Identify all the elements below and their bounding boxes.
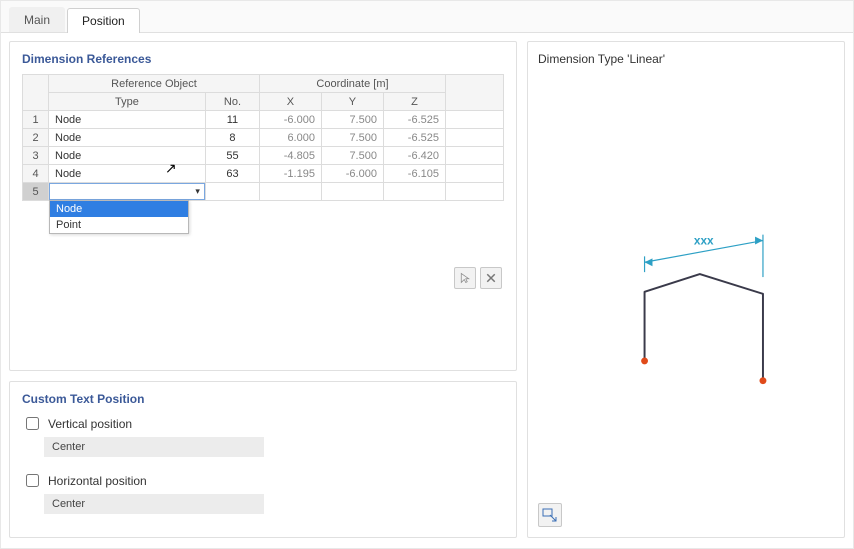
col-no: No.	[205, 93, 259, 111]
chevron-down-icon: ▾	[195, 186, 200, 197]
cell-type[interactable]: Node	[49, 165, 206, 183]
preview-drawing: xxx	[538, 72, 834, 492]
tab-main[interactable]: Main	[9, 7, 65, 32]
cell-type[interactable]: Node	[49, 111, 206, 129]
horizontal-position-value[interactable]: Center	[44, 494, 264, 514]
row-index: 2	[23, 129, 49, 147]
type-dropdown[interactable]: ▾NodePoint	[49, 183, 206, 201]
dropdown-option[interactable]: Point	[50, 217, 188, 233]
cell-x[interactable]: -6.000	[259, 111, 321, 129]
cell-z[interactable]: -6.105	[383, 165, 445, 183]
dropdown-option[interactable]: Node	[50, 201, 188, 217]
custom-text-position-title: Custom Text Position	[22, 392, 504, 406]
cell-x[interactable]: 6.000	[259, 129, 321, 147]
dimension-label: xxx	[694, 234, 714, 248]
custom-text-position-panel: Custom Text Position Vertical position C…	[9, 381, 517, 538]
cell-x[interactable]: -1.195	[259, 165, 321, 183]
col-x: X	[259, 93, 321, 111]
table-row-new[interactable]: 5▾NodePoint	[23, 183, 504, 201]
cell-y[interactable]: 7.500	[321, 129, 383, 147]
col-group-coordinate: Coordinate [m]	[259, 75, 445, 93]
tab-position[interactable]: Position	[67, 8, 140, 33]
cell-no[interactable]: 63	[205, 165, 259, 183]
table-row[interactable]: 4Node63-1.195-6.000-6.105	[23, 165, 504, 183]
table-row[interactable]: 3Node55-4.8057.500-6.420	[23, 147, 504, 165]
cell-no[interactable]: 8	[205, 129, 259, 147]
cell-no[interactable]: 55	[205, 147, 259, 165]
row-index: 5	[23, 183, 49, 201]
preview-title: Dimension Type 'Linear'	[538, 52, 834, 66]
preview-tool-button[interactable]	[538, 503, 562, 527]
col-z: Z	[383, 93, 445, 111]
col-type: Type	[49, 93, 206, 111]
cell-no[interactable]: 11	[205, 111, 259, 129]
table-row[interactable]: 2Node86.0007.500-6.525	[23, 129, 504, 147]
vertical-position-label: Vertical position	[48, 417, 132, 431]
row-index: 4	[23, 165, 49, 183]
cell-z[interactable]: -6.525	[383, 129, 445, 147]
table-row[interactable]: 1Node11-6.0007.500-6.525	[23, 111, 504, 129]
cell-x[interactable]: -4.805	[259, 147, 321, 165]
horizontal-position-label: Horizontal position	[48, 474, 147, 488]
cell-y[interactable]: 7.500	[321, 147, 383, 165]
tab-bar: Main Position	[1, 1, 853, 33]
vertical-position-checkbox[interactable]	[26, 417, 39, 430]
row-index: 3	[23, 147, 49, 165]
cell-type[interactable]: Node	[49, 129, 206, 147]
col-group-reference-object: Reference Object	[49, 75, 260, 93]
row-index: 1	[23, 111, 49, 129]
cell-z[interactable]: -6.525	[383, 111, 445, 129]
dimension-references-panel: Dimension References Reference Object Co…	[9, 41, 517, 371]
preview-panel: Dimension Type 'Linear' xxx	[527, 41, 845, 538]
cell-z[interactable]: -6.420	[383, 147, 445, 165]
cell-type[interactable]: Node	[49, 147, 206, 165]
col-y: Y	[321, 93, 383, 111]
cell-y[interactable]: 7.500	[321, 111, 383, 129]
delete-row-button[interactable]	[480, 267, 502, 289]
vertical-position-value[interactable]: Center	[44, 437, 264, 457]
pick-node-button[interactable]	[454, 267, 476, 289]
type-dropdown-list: NodePoint	[49, 200, 189, 234]
reference-table: Reference Object Coordinate [m] Type No.…	[22, 74, 504, 201]
cell-y[interactable]: -6.000	[321, 165, 383, 183]
dimension-references-title: Dimension References	[22, 52, 504, 66]
horizontal-position-checkbox[interactable]	[26, 474, 39, 487]
